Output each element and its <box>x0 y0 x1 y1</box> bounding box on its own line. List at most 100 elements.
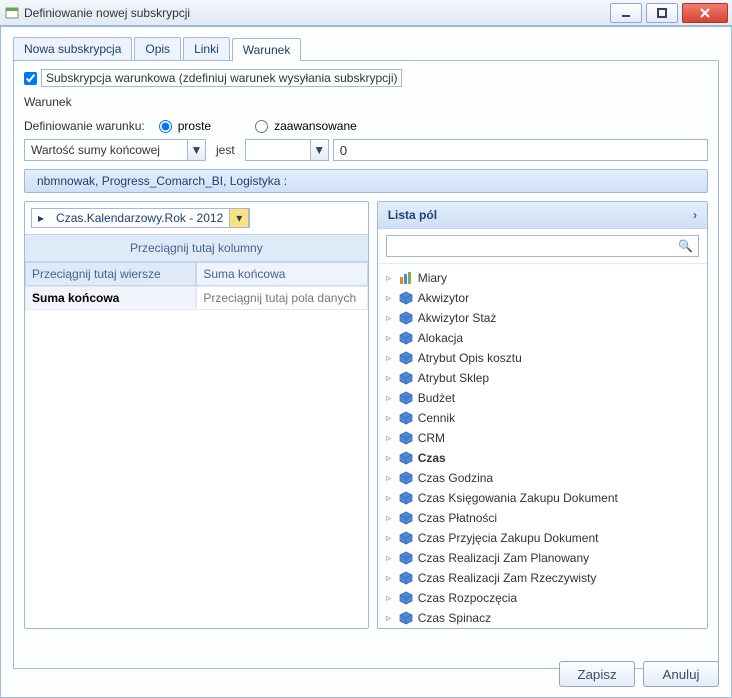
field-combo-arrow-icon[interactable]: ▼ <box>187 140 205 160</box>
operator-combo-arrow-icon[interactable]: ▼ <box>310 140 328 160</box>
definition-label: Definiowanie warunku: <box>24 119 145 133</box>
field-item[interactable]: ▹ Budżet <box>384 388 705 408</box>
expand-icon[interactable]: ▹ <box>384 453 394 464</box>
row-header-hint[interactable]: Przeciągnij tutaj wiersze <box>25 262 196 286</box>
expand-icon[interactable]: ▹ <box>384 593 394 604</box>
radio-simple-input[interactable] <box>159 120 172 133</box>
conditional-subscription-row: Subskrypcja warunkowa (zdefiniuj warunek… <box>24 69 708 87</box>
save-button[interactable]: Zapisz <box>559 661 635 687</box>
pivot-data-row: Suma końcowa Przeciągnij tutaj pola dany… <box>25 286 368 310</box>
data-drop-hint[interactable]: Przeciągnij tutaj pola danych <box>196 286 367 310</box>
field-item[interactable]: ▹ Atrybut Opis kosztu <box>384 348 705 368</box>
tab-linki[interactable]: Linki <box>183 37 230 60</box>
field-item[interactable]: ▹Akwizytor <box>384 288 705 308</box>
dimension-icon <box>398 590 414 606</box>
field-item-label: Cennik <box>418 411 455 425</box>
dimension-icon <box>398 510 414 526</box>
tab-nowa-subskrypcja[interactable]: Nowa subskrypcja <box>13 37 132 60</box>
field-item[interactable]: ▹Czas Realizacji Zam Planowany <box>384 548 705 568</box>
column-header[interactable]: Suma końcowa <box>196 262 367 286</box>
maximize-button[interactable] <box>646 3 678 23</box>
field-item[interactable]: ▹Miary <box>384 268 705 288</box>
dimension-icon <box>398 330 414 346</box>
expand-icon[interactable]: ▹ <box>384 473 394 484</box>
radio-advanced-label: zaawansowane <box>274 119 357 133</box>
titlebar: Definiowanie nowej subskrypcji <box>0 0 732 26</box>
field-item[interactable]: ▹Czas <box>384 448 705 468</box>
expand-icon[interactable]: ▹ <box>384 373 394 384</box>
expand-icon[interactable]: ▹ <box>384 533 394 544</box>
dimension-icon <box>398 370 414 386</box>
field-item[interactable]: ▹ Atrybut Sklep <box>384 368 705 388</box>
field-item[interactable]: ▹ Czas Księgowania Zakupu Dokument <box>384 488 705 508</box>
app-icon <box>4 5 20 21</box>
field-item[interactable]: ▹Czas Spinacz <box>384 608 705 628</box>
drop-columns-area[interactable]: Przeciągnij tutaj kolumny <box>25 234 368 262</box>
field-search-wrap: 🔍 <box>378 229 707 264</box>
conditional-checkbox[interactable] <box>24 72 37 85</box>
footer: Zapisz Anuluj <box>13 661 719 687</box>
expand-icon[interactable]: ▹ <box>384 273 394 284</box>
dimension-icon <box>398 550 414 566</box>
radio-simple-label: proste <box>178 119 211 133</box>
field-item-label: Alokacja <box>418 331 463 345</box>
dimension-icon <box>398 530 414 546</box>
field-item[interactable]: ▹ Akwizytor Staż <box>384 308 705 328</box>
field-list-pane: Lista pól › 🔍 ▹Miary▹Akwizytor▹Akwizytor… <box>377 201 708 629</box>
expand-icon[interactable]: ▹ <box>384 513 394 524</box>
field-item[interactable]: ▹Czas Płatności <box>384 508 705 528</box>
verb-label: jest <box>210 139 241 161</box>
field-item[interactable]: ▹Czas Realizacji Zam Rzeczywisty <box>384 568 705 588</box>
field-item-label: Atrybut Opis kosztu <box>418 351 522 365</box>
context-bar: nbmnowak, Progress_Comarch_BI, Logistyka… <box>24 169 708 193</box>
minimize-button[interactable] <box>610 3 642 23</box>
expand-icon[interactable]: ▹ <box>384 613 394 624</box>
group-title: Warunek <box>24 95 708 109</box>
expand-icon[interactable]: ▹ <box>384 493 394 504</box>
dimension-icon <box>398 450 414 466</box>
tab-opis[interactable]: Opis <box>134 37 181 60</box>
radio-advanced-input[interactable] <box>255 120 268 133</box>
expand-icon[interactable]: ▹ <box>384 573 394 584</box>
tab-warunek[interactable]: Warunek <box>232 38 302 61</box>
tab-strip: Nowa subskrypcjaOpisLinkiWarunek <box>13 37 719 61</box>
field-item[interactable]: ▹ Alokacja <box>384 328 705 348</box>
field-item-label: Atrybut Sklep <box>418 371 489 385</box>
field-item-label: Budżet <box>418 391 455 405</box>
field-item[interactable]: ▹ Czas Rozpoczęcia <box>384 588 705 608</box>
collapse-icon[interactable]: › <box>693 208 697 222</box>
dimension-icon <box>398 570 414 586</box>
expand-icon[interactable]: ▹ <box>384 413 394 424</box>
radio-simple[interactable]: proste <box>159 119 211 133</box>
field-item-label: Akwizytor Staż <box>418 311 497 325</box>
expand-icon[interactable]: ▹ <box>384 333 394 344</box>
expand-icon[interactable]: ▹ <box>384 293 394 304</box>
expand-icon[interactable]: ▹ <box>384 553 394 564</box>
row-label[interactable]: Suma końcowa <box>25 286 196 310</box>
value-input[interactable] <box>333 139 708 161</box>
field-item-label: Czas Rozpoczęcia <box>418 591 517 605</box>
field-item-label: Czas Księgowania Zakupu Dokument <box>418 491 618 505</box>
filter-chip-text: Czas.Kalendarzowy.Rok - 2012 <box>50 209 230 227</box>
field-list-title: Lista pól <box>388 208 437 222</box>
close-button[interactable] <box>682 3 728 23</box>
expand-icon[interactable]: ▹ <box>384 393 394 404</box>
expand-icon[interactable]: ▹ <box>384 353 394 364</box>
radio-advanced[interactable]: zaawansowane <box>255 119 357 133</box>
field-tree[interactable]: ▹Miary▹Akwizytor▹Akwizytor Staż▹Alokacja… <box>378 264 707 628</box>
window-buttons <box>606 3 728 23</box>
filter-chip-dropdown-icon[interactable]: ▾ <box>230 209 249 227</box>
cancel-button[interactable]: Anuluj <box>643 661 719 687</box>
field-item[interactable]: ▹Czas Godzina <box>384 468 705 488</box>
field-item[interactable]: ▹CRM <box>384 428 705 448</box>
operator-combo[interactable]: ▼ <box>245 139 329 161</box>
field-item[interactable]: ▹Czas Przyjęcia Zakupu Dokument <box>384 528 705 548</box>
expand-icon[interactable]: ▹ <box>384 433 394 444</box>
field-search-input[interactable] <box>386 235 699 257</box>
expand-icon[interactable]: ▹ <box>384 313 394 324</box>
field-list-header: Lista pól › <box>378 202 707 229</box>
client-area: Nowa subskrypcjaOpisLinkiWarunek Subskry… <box>0 26 732 698</box>
filter-chip[interactable]: ▸ Czas.Kalendarzowy.Rok - 2012 ▾ <box>31 208 250 228</box>
field-combo[interactable]: Wartość sumy końcowej ▼ <box>24 139 206 161</box>
field-item[interactable]: ▹ Cennik <box>384 408 705 428</box>
